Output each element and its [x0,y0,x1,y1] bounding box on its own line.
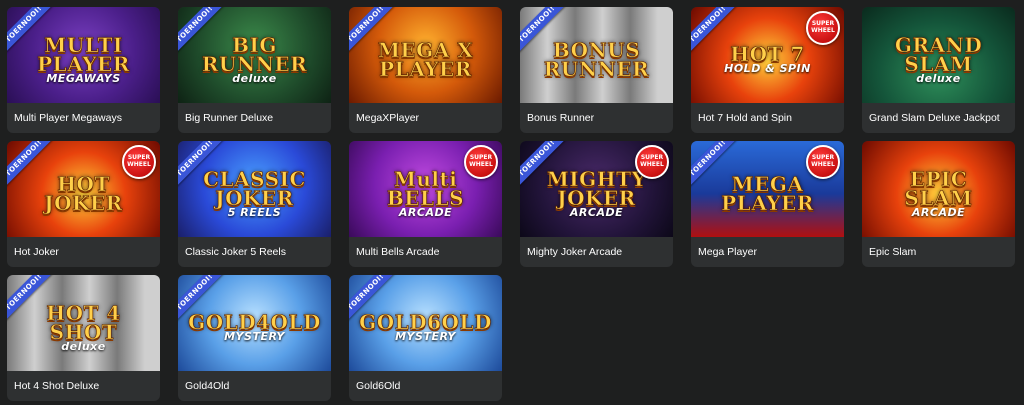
game-title[interactable]: Big Runner Deluxe [178,103,331,133]
game-card[interactable]: MULTI PLAYER MEGAWAYS TOERNOOI! Multi Player… [7,7,160,133]
game-logo-art: MEGA X PLAYER [355,27,496,93]
super-wheel-badge: SUPER WHEEL [464,145,498,179]
game-thumbnail[interactable]: GOLD6OLD MYSTERY TOERNOOI! [349,275,502,371]
game-thumbnail[interactable]: BIG RUNNER deluxe TOERNOOI! [178,7,331,103]
super-wheel-badge: SUPER WHEEL [635,145,669,179]
game-logo-subtitle: MYSTERY [395,330,456,344]
badge-line: WHEEL [811,27,835,34]
super-wheel-badge: SUPER WHEEL [122,145,156,179]
badge-line: WHEEL [811,161,835,168]
game-thumbnail[interactable]: MEGA X PLAYER TOERNOOI! [349,7,502,103]
game-logo-line: RUNNER [543,57,650,81]
game-title[interactable]: Bonus Runner [520,103,673,133]
game-logo-line: RUNNER [201,51,308,76]
game-card[interactable]: GRAND SLAM deluxe Grand Slam Deluxe Jackpo… [862,7,1015,133]
game-logo-line: SLAM [904,185,973,210]
game-logo-line: JOKER [215,185,294,210]
game-title[interactable]: Hot Joker [7,237,160,267]
game-logo-art: BONUS RUNNER [526,27,667,93]
game-logo-art: GOLD4OLD MYSTERY [184,295,325,361]
game-logo-subtitle: ARCADE [911,205,966,219]
game-title[interactable]: Epic Slam [862,237,1015,267]
game-card[interactable]: Multi BELLS ARCADE SUPER WHEEL Multi Bells A… [349,141,502,267]
game-logo-subtitle: MEGAWAYS [46,71,121,85]
game-title[interactable]: Hot 4 Shot Deluxe [7,371,160,401]
game-title[interactable]: Gold6Old [349,371,502,401]
game-title[interactable]: Mega Player [691,237,844,267]
game-card[interactable]: BONUS RUNNER TOERNOOI! Bonus Runner [520,7,673,133]
game-logo-line: GRAND SLAM [894,32,983,76]
game-card[interactable]: HOT JOKER TOERNOOI! SUPER WHEEL Hot Joker [7,141,160,267]
game-thumbnail[interactable]: MEGA PLAYER TOERNOOI! SUPER WHEEL [691,141,844,237]
game-logo-art: EPIC SLAM ARCADE [868,161,1009,227]
game-logo-art: MULTI PLAYER MEGAWAYS [13,27,154,93]
game-thumbnail[interactable]: MULTI PLAYER MEGAWAYS TOERNOOI! [7,7,160,103]
game-logo-subtitle: HOLD & SPIN [724,62,811,76]
game-logo-art: GRAND SLAM deluxe [868,27,1009,93]
game-thumbnail[interactable]: Multi BELLS ARCADE SUPER WHEEL [349,141,502,237]
game-card[interactable]: MEGA PLAYER TOERNOOI! SUPER WHEEL Mega Player [691,141,844,267]
badge-line: WHEEL [640,161,664,168]
game-card[interactable]: GOLD4OLD MYSTERY TOERNOOI! Gold4Old [178,275,331,401]
game-grid: MULTI PLAYER MEGAWAYS TOERNOOI! Multi Player… [7,7,1015,401]
game-title[interactable]: Mighty Joker Arcade [520,237,673,267]
game-card[interactable]: CLASSIC JOKER 5 REELS TOERNOOI! Classic Joke… [178,141,331,267]
super-wheel-badge: SUPER WHEEL [806,145,840,179]
game-card[interactable]: GOLD6OLD MYSTERY TOERNOOI! Gold6Old [349,275,502,401]
game-logo-subtitle: deluxe [232,71,277,85]
game-title[interactable]: Hot 7 Hold and Spin [691,103,844,133]
game-logo-art: BIG RUNNER deluxe [184,27,325,93]
game-title[interactable]: MegaXPlayer [349,103,502,133]
game-logo-subtitle: deluxe [61,339,106,353]
game-card[interactable]: HOT 7 HOLD & SPIN TOERNOOI! SUPER WHEEL Hot 7… [691,7,844,133]
game-logo-subtitle: deluxe [916,71,961,85]
game-title[interactable]: Grand Slam Deluxe Jackpot [862,103,1015,133]
game-logo-line: PLAYER [37,51,130,76]
super-wheel-badge: SUPER WHEEL [806,11,840,45]
game-card[interactable]: BIG RUNNER deluxe TOERNOOI! Big Runner Delux… [178,7,331,133]
game-thumbnail[interactable]: CLASSIC JOKER 5 REELS TOERNOOI! [178,141,331,237]
game-thumbnail[interactable]: HOT 7 HOLD & SPIN TOERNOOI! SUPER WHEEL [691,7,844,103]
game-title[interactable]: Classic Joker 5 Reels [178,237,331,267]
game-logo-line: SHOT [49,319,118,344]
game-logo-art: HOT 4 SHOT deluxe [13,295,154,361]
game-thumbnail[interactable]: MIGHTY JOKER ARCADE TOERNOOI! SUPER WHEEL [520,141,673,237]
game-card[interactable]: MEGA X PLAYER TOERNOOI! MegaXPlayer [349,7,502,133]
game-thumbnail[interactable]: HOT 4 SHOT deluxe TOERNOOI! [7,275,160,371]
game-logo-art: GOLD6OLD MYSTERY [355,295,496,361]
game-thumbnail[interactable]: HOT JOKER TOERNOOI! SUPER WHEEL [7,141,160,237]
game-logo-line: JOKER [44,191,123,215]
game-logo-line: JOKER [557,185,636,210]
game-card[interactable]: EPIC SLAM ARCADE Epic Slam [862,141,1015,267]
game-title[interactable]: Gold4Old [178,371,331,401]
game-thumbnail[interactable]: EPIC SLAM ARCADE [862,141,1015,237]
game-logo-subtitle: MYSTERY [224,330,285,344]
game-logo-line: PLAYER [379,57,472,81]
game-thumbnail[interactable]: BONUS RUNNER TOERNOOI! [520,7,673,103]
game-thumbnail[interactable]: GOLD4OLD MYSTERY TOERNOOI! [178,275,331,371]
game-card[interactable]: HOT 4 SHOT deluxe TOERNOOI! Hot 4 Shot Delux… [7,275,160,401]
game-logo-subtitle: ARCADE [569,205,624,219]
game-title[interactable]: Multi Player Megaways [7,103,160,133]
game-logo-subtitle: 5 REELS [227,205,282,219]
game-logo-line: PLAYER [721,191,814,215]
badge-line: WHEEL [127,161,151,168]
game-logo-subtitle: ARCADE [398,205,453,219]
game-logo-art: CLASSIC JOKER 5 REELS [184,161,325,227]
game-title[interactable]: Multi Bells Arcade [349,237,502,267]
game-thumbnail[interactable]: GRAND SLAM deluxe [862,7,1015,103]
game-card[interactable]: MIGHTY JOKER ARCADE TOERNOOI! SUPER WHEEL Migh… [520,141,673,267]
badge-line: WHEEL [469,161,493,168]
